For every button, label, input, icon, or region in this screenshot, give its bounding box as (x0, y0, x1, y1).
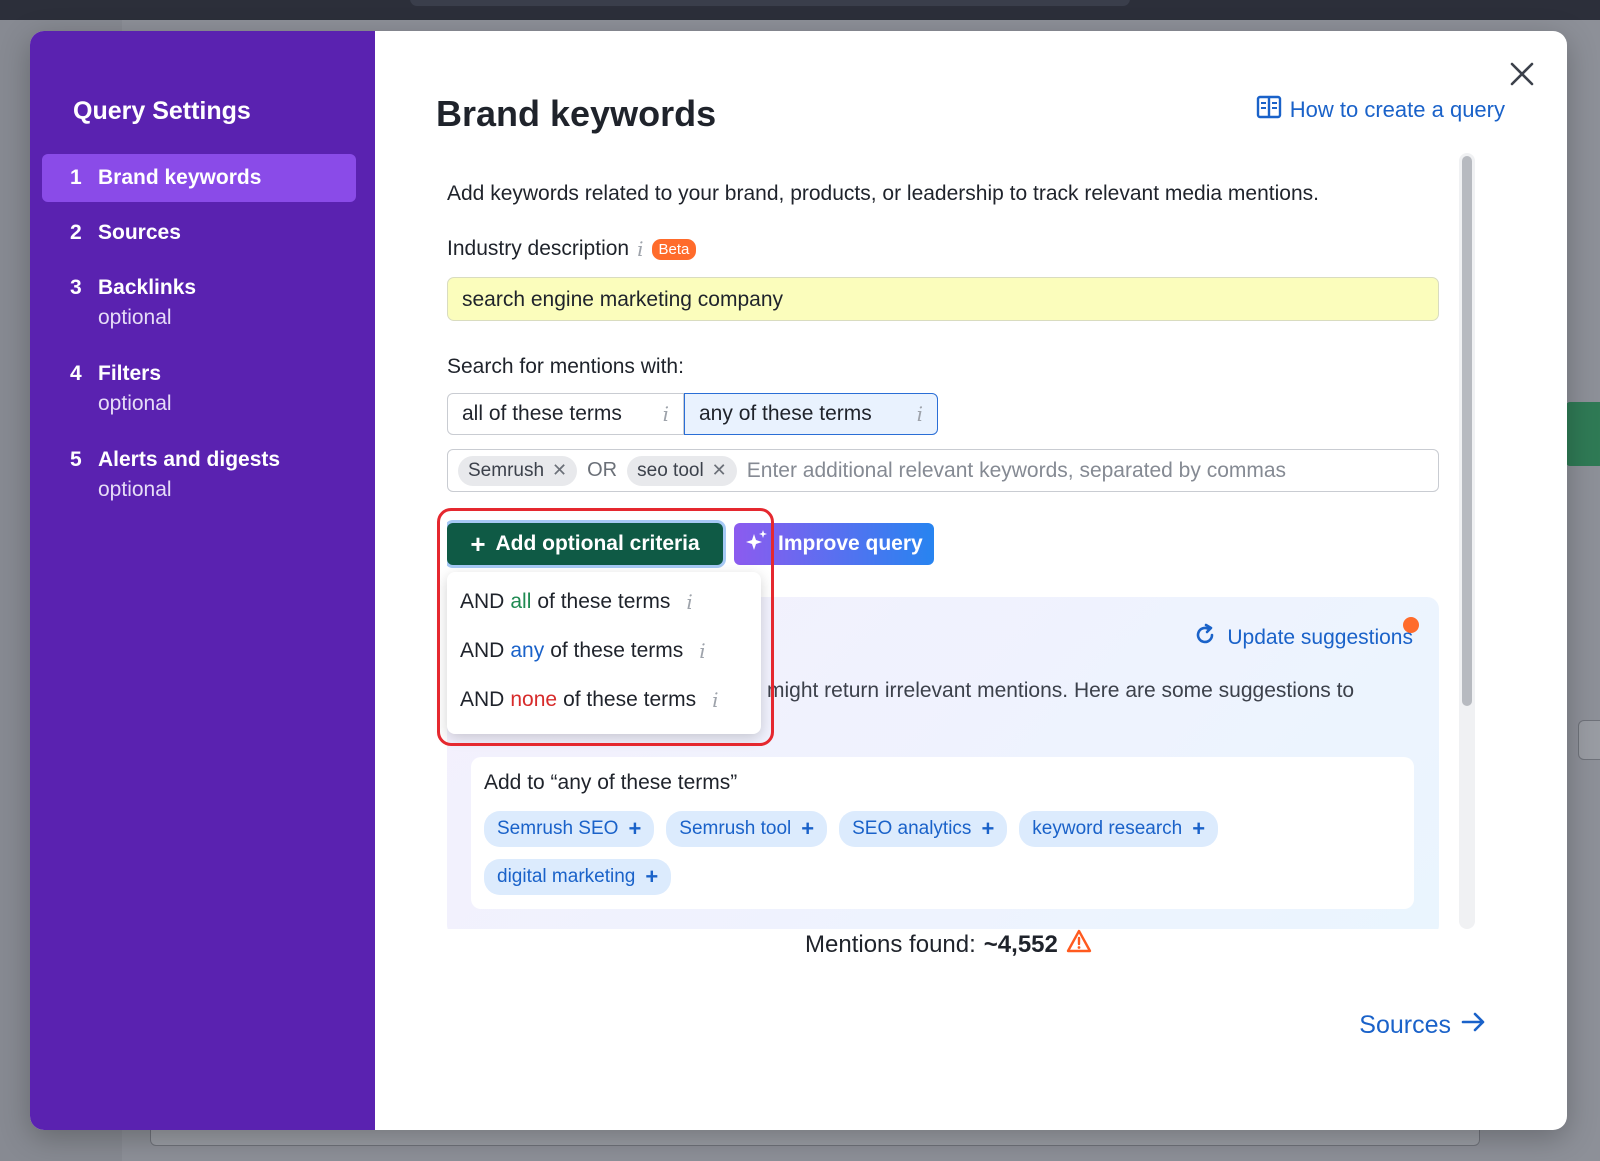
suggestion-chip-label: digital marketing (497, 866, 636, 887)
update-suggestions-link[interactable]: Update suggestions (1193, 623, 1413, 653)
suggestion-chip[interactable]: Semrush SEO + (484, 811, 655, 847)
close-icon[interactable] (1507, 59, 1537, 89)
suggestion-chips: Semrush SEO + Semrush tool + SEO analytics… (484, 811, 1384, 895)
mentions-found: Mentions found: ~4,552 (805, 929, 1092, 960)
suggestion-chip-label: Semrush tool (679, 818, 792, 839)
plus-icon: + (645, 864, 659, 889)
step-number: 4 (70, 362, 82, 385)
step-label: Backlinks (98, 276, 197, 299)
step-number: 2 (70, 221, 82, 244)
remove-icon[interactable]: ✕ (712, 460, 727, 481)
next-label: Sources (1359, 1011, 1451, 1039)
step-brand-keywords[interactable]: 1 Brand keywords (42, 154, 356, 202)
keyword-chip: Semrush ✕ (458, 455, 578, 486)
step-optional-label: optional (98, 478, 172, 501)
scrollbar[interactable] (1459, 153, 1475, 929)
remove-icon[interactable]: ✕ (552, 460, 567, 481)
step-optional-label: optional (98, 306, 172, 329)
suggestion-chip[interactable]: Semrush tool + (666, 811, 828, 847)
keywords-placeholder: Enter additional relevant keywords, sepa… (746, 458, 1287, 482)
notification-dot (1403, 617, 1419, 633)
suggestion-chip[interactable]: keyword research + (1019, 811, 1219, 847)
add-to-any-terms-card: Add to “any of these terms” Semrush SEO +… (471, 757, 1414, 909)
mode-all-terms[interactable]: all of these terms i (447, 393, 684, 435)
step-label: Sources (98, 221, 181, 244)
step-label: Brand keywords (98, 166, 262, 189)
plus-icon: + (981, 816, 995, 841)
search-mode-label: Search for mentions with: (447, 355, 684, 378)
step-number: 3 (70, 276, 82, 299)
step-number: 1 (70, 166, 82, 189)
info-icon[interactable]: i (663, 402, 669, 426)
background-search-bar (410, 0, 1130, 6)
keyword-chip: seo tool ✕ (627, 455, 737, 486)
step-label: Alerts and digests (98, 448, 281, 471)
or-label: OR (587, 459, 618, 481)
step-alerts-and-digests[interactable]: 5 Alerts and digests optional (42, 436, 356, 514)
step-filters[interactable]: 4 Filters optional (42, 350, 356, 428)
next-sources-link[interactable]: Sources (1359, 1011, 1487, 1040)
suggestion-chip-label: keyword research (1032, 818, 1183, 839)
keyword-chip-label: Semrush (468, 459, 545, 481)
sidebar-title: Query Settings (73, 97, 251, 125)
mode-all-label: all of these terms (462, 402, 622, 425)
beta-badge: Beta (651, 238, 697, 260)
add-to-title: Add to “any of these terms” (484, 771, 738, 794)
update-suggestions-label: Update suggestions (1227, 626, 1413, 649)
suggestion-chip[interactable]: digital marketing + (484, 859, 672, 895)
info-icon[interactable]: i (637, 237, 643, 261)
background-button (1566, 402, 1600, 466)
step-label: Filters (98, 362, 162, 385)
search-mode-toggle: all of these terms i any of these terms … (447, 393, 938, 435)
suggestions-text: might return irrelevant mentions. Here a… (767, 679, 1355, 702)
keyword-chip-label: seo tool (637, 459, 704, 481)
plus-icon: + (1192, 816, 1206, 841)
red-highlight-box (437, 508, 774, 746)
suggestion-chip-label: Semrush SEO (497, 818, 619, 839)
plus-icon: + (801, 816, 815, 841)
how-to-create-query-link[interactable]: How to create a query (1256, 95, 1505, 125)
refresh-icon (1193, 623, 1217, 653)
warning-icon (1066, 929, 1092, 960)
suggestion-chip-label: SEO analytics (852, 818, 972, 839)
industry-label-text: Industry description (447, 237, 630, 260)
step-backlinks[interactable]: 3 Backlinks optional (42, 264, 356, 342)
main-content: Brand keywords How to create a query Add… (375, 31, 1567, 1130)
background-add-button (1578, 720, 1600, 760)
suggestion-chip[interactable]: SEO analytics + (839, 811, 1008, 847)
scrollbar-thumb[interactable] (1462, 156, 1472, 706)
step-optional-label: optional (98, 392, 172, 415)
background-top-bar (0, 0, 1600, 20)
plus-icon: + (628, 816, 642, 841)
mode-any-label: any of these terms (699, 402, 872, 425)
step-number: 5 (70, 448, 82, 471)
industry-description-input[interactable]: search engine marketing company (447, 277, 1439, 321)
arrow-right-icon (1461, 1011, 1487, 1040)
sidebar: Query Settings 1 Brand keywords 2 Sources … (30, 31, 375, 1130)
mode-any-terms[interactable]: any of these terms i (684, 393, 938, 435)
mentions-count: ~4,552 (983, 930, 1058, 958)
improve-query-label: Improve query (778, 532, 923, 555)
page-title: Brand keywords (436, 93, 717, 134)
book-icon (1256, 95, 1282, 125)
step-sources[interactable]: 2 Sources (42, 209, 356, 257)
mentions-label: Mentions found: (805, 930, 976, 958)
help-link-label: How to create a query (1289, 97, 1505, 122)
query-settings-modal: Query Settings 1 Brand keywords 2 Sources … (30, 31, 1567, 1130)
industry-label: Industry description i Beta (447, 237, 697, 261)
keywords-input[interactable]: Semrush ✕ OR seo tool ✕ Enter additional… (447, 449, 1439, 492)
info-icon[interactable]: i (917, 402, 923, 426)
intro-text: Add keywords related to your brand, prod… (447, 182, 1319, 205)
